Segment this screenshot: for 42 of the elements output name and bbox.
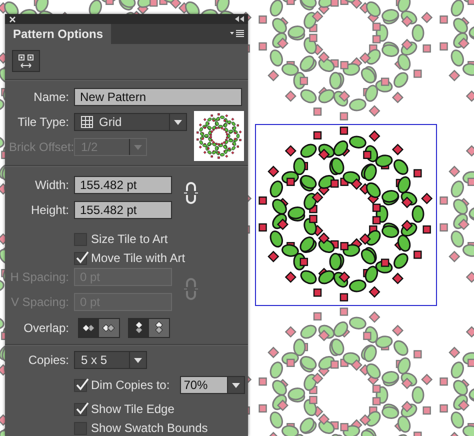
checkbox-label: Dim Copies to: [91, 378, 170, 392]
caret-icon [232, 382, 240, 388]
checkbox-label: Show Tile Edge [91, 402, 174, 416]
field-label: Overlap: [22, 321, 69, 335]
checkbox[interactable] [74, 378, 87, 392]
panel-tab[interactable]: Pattern Options [5, 24, 112, 44]
width-field[interactable]: 155.482 pt [74, 176, 172, 194]
pattern-thumbnail [194, 111, 244, 161]
checkbox[interactable] [74, 422, 87, 434]
grid-icon [81, 116, 93, 128]
caret-icon [174, 120, 182, 124]
dropdown-value: 70% [184, 378, 208, 392]
overlap-button[interactable] [99, 319, 119, 337]
checkbox-label: Show Swatch Bounds [91, 421, 208, 435]
field-label: Height: [30, 203, 69, 217]
checkbox[interactable] [74, 252, 87, 264]
link-icon[interactable] [184, 182, 198, 204]
collapse-icon[interactable] [235, 16, 244, 22]
checkbox-label: Size Tile to Art [91, 232, 168, 246]
field-label: Tile Type: [16, 115, 69, 129]
overlap-button[interactable] [129, 319, 149, 337]
dim-amount-dropdown[interactable]: 70% [180, 376, 245, 394]
height-field[interactable]: 155.482 pt [74, 201, 172, 219]
overlap-button[interactable] [149, 319, 169, 337]
dropdown-value: 5 x 5 [81, 353, 108, 367]
overlap-button[interactable] [79, 319, 99, 337]
copies-dropdown[interactable]: 5 x 5 [74, 351, 147, 369]
tile-type-dropdown[interactable]: Grid [74, 113, 187, 131]
panel-menu-icon[interactable] [230, 30, 244, 38]
name-field[interactable]: New Pattern [74, 88, 242, 106]
checkbox-label: Move Tile with Art [91, 251, 186, 265]
field-label: Name: [32, 90, 69, 104]
dropdown-value: Grid [99, 115, 122, 129]
close-icon[interactable] [9, 16, 16, 22]
field-label: Width: [34, 178, 69, 192]
tile-resize-icon [18, 54, 34, 68]
caret-icon [134, 144, 142, 150]
checkbox[interactable] [74, 232, 87, 246]
caret-icon [134, 358, 142, 362]
field-label: Copies: [27, 353, 69, 367]
checkbox[interactable] [74, 402, 87, 416]
tile-tool-button[interactable] [12, 50, 40, 72]
